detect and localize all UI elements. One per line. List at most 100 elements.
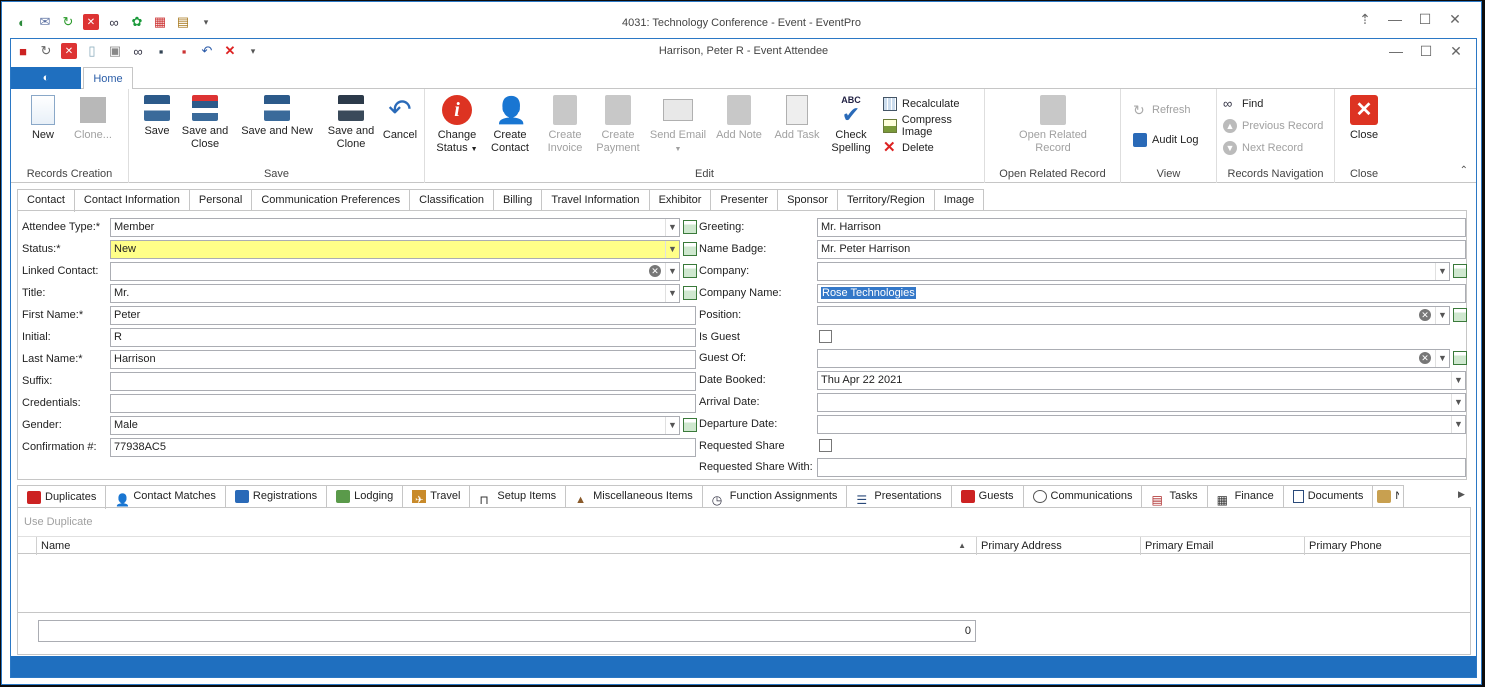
tab-contact-matches[interactable]: 👤 Contact Matches <box>106 485 226 508</box>
audit-log-button[interactable]: Audit Log <box>1133 131 1198 149</box>
tab-registrations[interactable]: Registrations <box>225 485 328 508</box>
save-and-close-button[interactable]: Save and Close <box>177 95 233 151</box>
lookup-grid-icon[interactable] <box>683 242 697 256</box>
tab-communication-preferences[interactable]: Communication Preferences <box>252 189 411 211</box>
tab-setup-items[interactable]: ⊓ Setup Items <box>470 485 567 508</box>
guest-of-select[interactable]: ✕ ▼ <box>817 349 1450 368</box>
save-and-clone-button[interactable]: Save and Clone <box>323 95 379 151</box>
minimize-icon[interactable]: — <box>1381 43 1411 60</box>
lookup-grid-icon[interactable] <box>683 264 697 278</box>
tab-overflow[interactable]: N <box>1373 485 1405 508</box>
tab-presentations[interactable]: ☰ Presentations <box>847 485 952 508</box>
column-header-primary-email[interactable]: Primary Email <box>1140 537 1306 555</box>
credentials-field[interactable] <box>110 394 696 413</box>
column-header-primary-phone[interactable]: Primary Phone <box>1304 537 1470 555</box>
chevron-down-icon[interactable]: ▼ <box>1435 350 1449 367</box>
name-badge-field[interactable]: Mr. Peter Harrison <box>817 240 1466 259</box>
suffix-field[interactable] <box>110 372 696 391</box>
tab-travel[interactable]: ✈ Travel <box>403 485 471 508</box>
add-task-button[interactable]: Add Task <box>767 95 827 142</box>
tab-personal[interactable]: Personal <box>189 189 253 211</box>
last-name-field[interactable]: Harrison <box>110 350 696 369</box>
requested-share-checkbox[interactable] <box>819 439 832 452</box>
previous-record-button[interactable]: ▲ Previous Record <box>1223 117 1323 135</box>
tab-sponsor[interactable]: Sponsor <box>778 189 839 211</box>
lookup-grid-icon[interactable] <box>683 286 697 300</box>
first-name-field[interactable]: Peter <box>110 306 696 325</box>
create-payment-button[interactable]: Create Payment <box>587 95 649 155</box>
tab-finance[interactable]: ▦ Finance <box>1207 485 1284 508</box>
next-record-button[interactable]: ▼ Next Record <box>1223 139 1303 157</box>
initial-field[interactable]: R <box>110 328 696 347</box>
tab-guests[interactable]: Guests <box>951 485 1024 508</box>
title-select[interactable]: Mr. ▼ <box>110 284 680 303</box>
chevron-down-icon[interactable]: ▼ <box>665 219 679 236</box>
is-guest-checkbox[interactable] <box>819 330 832 343</box>
tab-contact-information[interactable]: Contact Information <box>74 189 190 211</box>
tab-lodging[interactable]: Lodging <box>327 485 404 508</box>
greeting-field[interactable]: Mr. Harrison <box>817 218 1466 237</box>
tab-duplicates[interactable]: Duplicates <box>17 485 107 509</box>
tab-contact[interactable]: Contact <box>17 189 75 212</box>
maximize-icon[interactable]: ☐ <box>1410 11 1440 28</box>
compress-image-button[interactable]: Compress Image <box>883 114 984 138</box>
tab-image[interactable]: Image <box>934 189 985 211</box>
delete-button[interactable]: ✕ Delete <box>883 139 934 157</box>
pin-icon[interactable]: ⇡ <box>1350 11 1380 28</box>
close-icon[interactable]: ✕ <box>1440 11 1470 28</box>
tab-documents[interactable]: Documents <box>1283 485 1374 508</box>
collapse-ribbon-icon[interactable]: ⌃ <box>1460 165 1468 176</box>
lookup-grid-icon[interactable] <box>1453 264 1467 278</box>
lookup-grid-icon[interactable] <box>683 220 697 234</box>
chevron-down-icon[interactable]: ▼ <box>1451 416 1465 433</box>
application-menu-button[interactable]: ◐ <box>11 67 81 89</box>
tab-classification[interactable]: Classification <box>410 189 494 211</box>
open-related-record-button[interactable]: Open Related Record <box>1015 95 1091 155</box>
chevron-down-icon[interactable]: ▼ <box>1435 307 1449 324</box>
lookup-grid-icon[interactable] <box>1453 351 1467 365</box>
tab-territory-region[interactable]: Territory/Region <box>838 189 935 211</box>
position-select[interactable]: ✕ ▼ <box>817 306 1450 325</box>
close-button[interactable]: ✕ Close <box>1335 95 1393 142</box>
send-email-button[interactable]: Send Email ▼ <box>643 95 713 156</box>
chevron-down-icon[interactable]: ▼ <box>665 263 679 280</box>
chevron-down-icon[interactable]: ▼ <box>665 285 679 302</box>
chevron-down-icon[interactable]: ▼ <box>665 241 679 258</box>
lookup-grid-icon[interactable] <box>1453 308 1467 322</box>
use-duplicate-button[interactable]: Use Duplicate <box>24 516 92 528</box>
attendee-type-select[interactable]: Member ▼ <box>110 218 680 237</box>
date-booked-picker[interactable]: Thu Apr 22 2021 ▼ <box>817 371 1466 390</box>
maximize-icon[interactable]: ☐ <box>1411 43 1441 60</box>
clear-icon[interactable]: ✕ <box>1419 309 1431 321</box>
tab-billing[interactable]: Billing <box>493 189 543 211</box>
confirmation-field[interactable]: 77938AC5 <box>110 438 696 457</box>
chevron-down-icon[interactable]: ▼ <box>1435 263 1449 280</box>
find-button[interactable]: ∞ Find <box>1223 95 1263 113</box>
status-select[interactable]: New ▼ <box>110 240 680 259</box>
departure-date-picker[interactable]: ▼ <box>817 415 1466 434</box>
create-contact-button[interactable]: 👤 Create Contact <box>480 95 540 155</box>
check-spelling-button[interactable]: ABC ✔ Check Spelling <box>821 95 881 155</box>
column-header-name[interactable]: Name ▲ <box>36 537 978 555</box>
company-name-field[interactable]: Rose Technologies <box>817 284 1466 303</box>
requested-share-with-field[interactable] <box>817 458 1466 477</box>
tab-communications[interactable]: Communications <box>1023 485 1143 508</box>
tab-home[interactable]: Home <box>83 67 133 90</box>
add-note-button[interactable]: Add Note <box>709 95 769 142</box>
tab-exhibitor[interactable]: Exhibitor <box>649 189 712 211</box>
create-invoice-button[interactable]: Create Invoice <box>537 95 593 155</box>
chevron-down-icon[interactable]: ▼ <box>665 417 679 434</box>
tab-presenter[interactable]: Presenter <box>711 189 779 211</box>
chevron-down-icon[interactable]: ▼ <box>1451 394 1465 411</box>
change-status-button[interactable]: i Change Status ▼ <box>427 95 487 156</box>
refresh-button[interactable]: ↻ Refresh <box>1133 101 1191 119</box>
minimize-icon[interactable]: — <box>1380 11 1410 28</box>
arrival-date-picker[interactable]: ▼ <box>817 393 1466 412</box>
recalculate-button[interactable]: Recalculate <box>883 95 959 113</box>
tab-function-assignments[interactable]: ◷ Function Assignments <box>702 485 848 508</box>
lookup-grid-icon[interactable] <box>683 418 697 432</box>
gender-select[interactable]: Male ▼ <box>110 416 680 435</box>
linked-contact-select[interactable]: ✕ ▼ <box>110 262 680 281</box>
company-select[interactable]: ▼ <box>817 262 1450 281</box>
close-icon[interactable]: ✕ <box>1441 43 1471 60</box>
